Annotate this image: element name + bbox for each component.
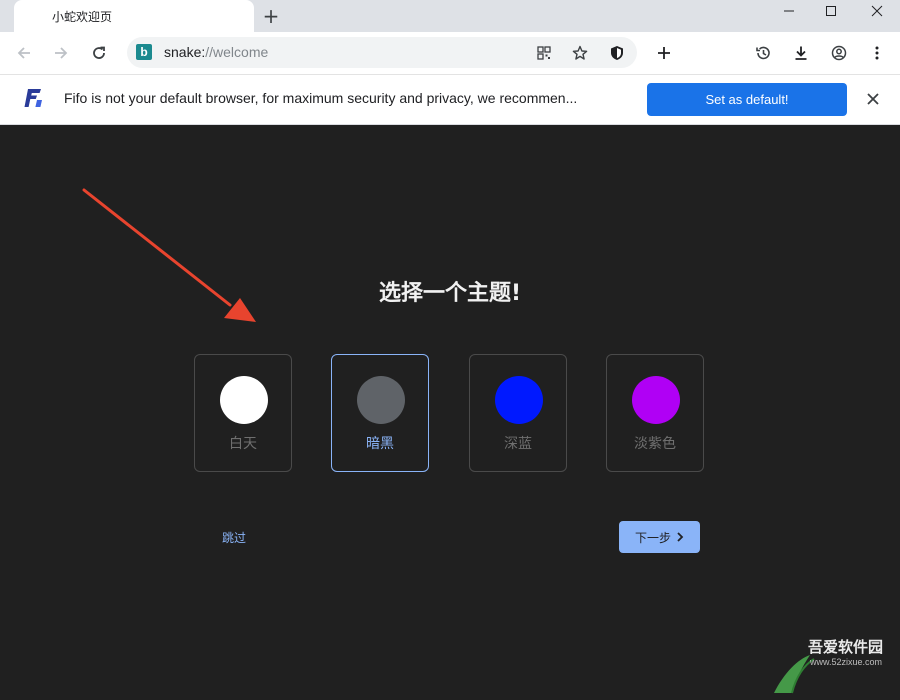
reload-icon [93,46,105,59]
infobar-close-button[interactable] [862,88,884,110]
minimize-icon [784,10,794,12]
infobar-message: Fifo is not your default browser, for ma… [64,90,578,106]
theme-label: 深蓝 [504,436,532,452]
watermark-title: 吾爱软件园 [808,638,884,656]
history-button[interactable] [749,39,777,67]
theme-card-dark[interactable]: 暗黑 [331,354,429,472]
tab-title: 小蛇欢迎页 [52,10,113,24]
toolbar: b snake://welcome [0,32,900,75]
default-browser-infobar: Fifo is not your default browser, for ma… [0,75,900,125]
tab-welcome[interactable]: 小蛇欢迎页 [14,0,254,32]
set-default-button[interactable]: Set as default! [647,83,847,116]
theme-swatch [495,376,543,424]
chevron-right-icon [677,532,684,542]
close-icon [867,93,879,105]
history-icon [756,46,770,60]
plus-icon [658,47,670,59]
shield-icon [611,46,623,60]
forward-button[interactable] [47,39,75,67]
address-bar[interactable]: b snake://welcome [127,37,637,68]
maximize-button[interactable] [812,0,850,22]
watermark-url: www.52zixue.com [810,657,883,667]
theme-swatch [357,376,405,424]
annotation-arrow-icon [82,188,256,322]
new-tab-button[interactable]: + [261,5,281,27]
qr-code-icon [537,46,551,60]
new-tab-toolbar-button[interactable] [650,39,678,67]
download-icon [795,46,807,60]
welcome-page: 选择一个主题! 白天 暗黑 深蓝 淡紫色 跳过 下一步 吾爱软件园 www.52… [0,125,900,700]
theme-swatch [220,376,268,424]
next-button[interactable]: 下一步 [619,521,700,553]
fifo-logo-icon [22,87,44,113]
theme-card-lavender[interactable]: 淡紫色 [606,354,704,472]
url-text[interactable]: snake://welcome [164,44,268,60]
qr-code-button[interactable] [534,43,554,63]
url-path: //welcome [205,44,269,60]
theme-label: 淡紫色 [634,436,676,452]
more-vertical-icon [875,46,879,60]
menu-button[interactable] [863,39,891,67]
star-icon [572,45,588,60]
skip-link[interactable]: 跳过 [222,529,246,546]
bookmark-star-button[interactable] [570,43,590,63]
back-button[interactable] [10,39,38,67]
profile-button[interactable] [825,39,853,67]
arrow-left-icon [17,47,30,59]
arrow-right-icon [55,47,68,59]
downloads-button[interactable] [787,39,815,67]
shield-button[interactable] [607,43,627,63]
site-favicon-icon: b [136,44,152,60]
close-window-button[interactable] [858,0,896,22]
next-button-label: 下一步 [634,530,671,545]
theme-swatch [632,376,680,424]
theme-card-deep-blue[interactable]: 深蓝 [469,354,567,472]
tab-strip: 小蛇欢迎页 + [0,0,900,32]
theme-card-light[interactable]: 白天 [194,354,292,472]
theme-label: 白天 [229,436,257,452]
account-icon [831,45,847,61]
reload-button[interactable] [85,39,113,67]
url-scheme: snake: [164,44,206,60]
maximize-icon [826,6,836,16]
close-icon [871,5,883,17]
minimize-button[interactable] [770,0,808,22]
page-title: 选择一个主题! [378,281,522,306]
theme-label: 暗黑 [366,436,394,452]
